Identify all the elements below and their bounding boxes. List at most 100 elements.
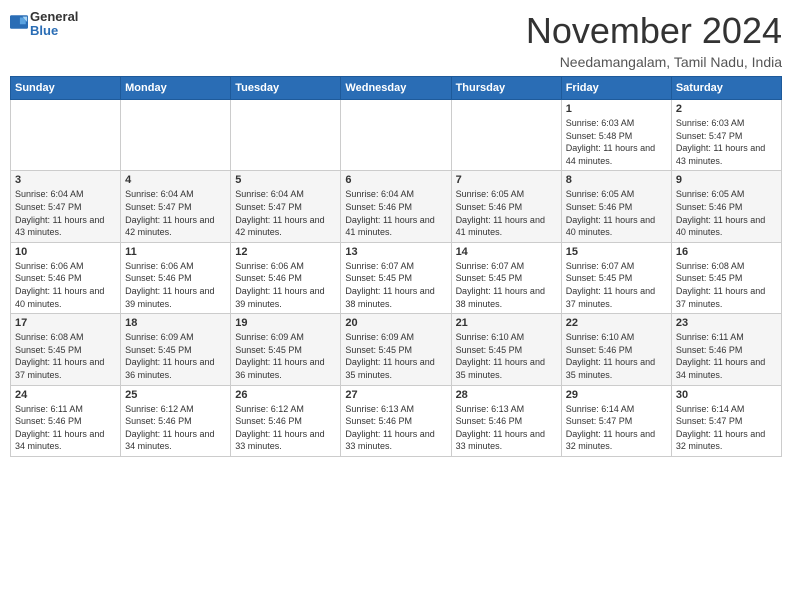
calendar-week-row: 24 Sunrise: 6:11 AMSunset: 5:46 PMDayligh… — [11, 385, 782, 456]
day-info: Sunrise: 6:07 AMSunset: 5:45 PMDaylight:… — [345, 260, 446, 310]
calendar-cell — [121, 100, 231, 171]
calendar-cell: 25 Sunrise: 6:12 AMSunset: 5:46 PMDayligh… — [121, 385, 231, 456]
day-info: Sunrise: 6:14 AMSunset: 5:47 PMDaylight:… — [676, 403, 777, 453]
day-number: 8 — [566, 174, 667, 186]
day-info: Sunrise: 6:12 AMSunset: 5:46 PMDaylight:… — [125, 403, 226, 453]
day-number: 12 — [235, 246, 336, 258]
weekday-header: Thursday — [451, 77, 561, 100]
calendar-cell: 15 Sunrise: 6:07 AMSunset: 5:45 PMDayligh… — [561, 242, 671, 313]
day-info: Sunrise: 6:07 AMSunset: 5:45 PMDaylight:… — [456, 260, 557, 310]
logo-icon — [10, 13, 28, 31]
day-number: 10 — [15, 246, 116, 258]
calendar-cell: 11 Sunrise: 6:06 AMSunset: 5:46 PMDayligh… — [121, 242, 231, 313]
day-number: 7 — [456, 174, 557, 186]
day-info: Sunrise: 6:04 AMSunset: 5:47 PMDaylight:… — [15, 188, 116, 238]
day-number: 3 — [15, 174, 116, 186]
day-info: Sunrise: 6:05 AMSunset: 5:46 PMDaylight:… — [456, 188, 557, 238]
day-info: Sunrise: 6:08 AMSunset: 5:45 PMDaylight:… — [676, 260, 777, 310]
day-info: Sunrise: 6:04 AMSunset: 5:47 PMDaylight:… — [125, 188, 226, 238]
day-number: 15 — [566, 246, 667, 258]
day-info: Sunrise: 6:13 AMSunset: 5:46 PMDaylight:… — [345, 403, 446, 453]
calendar-cell: 5 Sunrise: 6:04 AMSunset: 5:47 PMDaylight… — [231, 171, 341, 242]
calendar-cell: 22 Sunrise: 6:10 AMSunset: 5:46 PMDayligh… — [561, 314, 671, 385]
day-info: Sunrise: 6:04 AMSunset: 5:46 PMDaylight:… — [345, 188, 446, 238]
day-info: Sunrise: 6:06 AMSunset: 5:46 PMDaylight:… — [15, 260, 116, 310]
day-info: Sunrise: 6:06 AMSunset: 5:46 PMDaylight:… — [125, 260, 226, 310]
day-info: Sunrise: 6:10 AMSunset: 5:46 PMDaylight:… — [566, 331, 667, 381]
title-area: November 2024 Needamangalam, Tamil Nadu,… — [526, 10, 782, 70]
day-number: 18 — [125, 317, 226, 329]
day-number: 17 — [15, 317, 116, 329]
calendar-cell: 24 Sunrise: 6:11 AMSunset: 5:46 PMDayligh… — [11, 385, 121, 456]
calendar-cell — [451, 100, 561, 171]
logo-blue: Blue — [30, 24, 78, 38]
day-number: 30 — [676, 389, 777, 401]
day-number: 1 — [566, 103, 667, 115]
calendar-table: SundayMondayTuesdayWednesdayThursdayFrid… — [10, 76, 782, 457]
calendar-cell: 1Sunrise: 6:03 AMSunset: 5:48 PMDaylight… — [561, 100, 671, 171]
calendar-cell: 20Sunrise: 6:09 AMSunset: 5:45 PMDayligh… — [341, 314, 451, 385]
day-number: 9 — [676, 174, 777, 186]
calendar-cell: 27 Sunrise: 6:13 AMSunset: 5:46 PMDayligh… — [341, 385, 451, 456]
day-info: Sunrise: 6:03 AMSunset: 5:47 PMDaylight:… — [676, 117, 777, 167]
calendar-cell: 7 Sunrise: 6:05 AMSunset: 5:46 PMDaylight… — [451, 171, 561, 242]
day-number: 21 — [456, 317, 557, 329]
day-info: Sunrise: 6:08 AMSunset: 5:45 PMDaylight:… — [15, 331, 116, 381]
calendar-cell — [341, 100, 451, 171]
calendar-cell: 6Sunrise: 6:04 AMSunset: 5:46 PMDaylight… — [341, 171, 451, 242]
day-info: Sunrise: 6:09 AMSunset: 5:45 PMDaylight:… — [345, 331, 446, 381]
day-number: 4 — [125, 174, 226, 186]
page-header: General Blue November 2024 Needamangalam… — [10, 10, 782, 70]
day-number: 5 — [235, 174, 336, 186]
calendar-week-row: 1Sunrise: 6:03 AMSunset: 5:48 PMDaylight… — [11, 100, 782, 171]
day-info: Sunrise: 6:09 AMSunset: 5:45 PMDaylight:… — [235, 331, 336, 381]
day-number: 25 — [125, 389, 226, 401]
calendar-cell: 21Sunrise: 6:10 AMSunset: 5:45 PMDayligh… — [451, 314, 561, 385]
day-number: 28 — [456, 389, 557, 401]
calendar-cell: 18Sunrise: 6:09 AMSunset: 5:45 PMDayligh… — [121, 314, 231, 385]
weekday-header: Monday — [121, 77, 231, 100]
weekday-header: Saturday — [671, 77, 781, 100]
day-number: 11 — [125, 246, 226, 258]
weekday-header: Sunday — [11, 77, 121, 100]
logo: General Blue — [10, 10, 78, 39]
calendar-cell: 19 Sunrise: 6:09 AMSunset: 5:45 PMDayligh… — [231, 314, 341, 385]
calendar-cell: 16 Sunrise: 6:08 AMSunset: 5:45 PMDayligh… — [671, 242, 781, 313]
day-info: Sunrise: 6:11 AMSunset: 5:46 PMDaylight:… — [15, 403, 116, 453]
weekday-header-row: SundayMondayTuesdayWednesdayThursdayFrid… — [11, 77, 782, 100]
calendar-cell: 13Sunrise: 6:07 AMSunset: 5:45 PMDayligh… — [341, 242, 451, 313]
day-number: 27 — [345, 389, 446, 401]
calendar-cell: 26Sunrise: 6:12 AMSunset: 5:46 PMDayligh… — [231, 385, 341, 456]
calendar-cell: 28 Sunrise: 6:13 AMSunset: 5:46 PMDayligh… — [451, 385, 561, 456]
day-number: 16 — [676, 246, 777, 258]
logo-general: General — [30, 10, 78, 24]
day-number: 22 — [566, 317, 667, 329]
day-info: Sunrise: 6:07 AMSunset: 5:45 PMDaylight:… — [566, 260, 667, 310]
weekday-header: Wednesday — [341, 77, 451, 100]
day-number: 2 — [676, 103, 777, 115]
day-info: Sunrise: 6:05 AMSunset: 5:46 PMDaylight:… — [676, 188, 777, 238]
calendar-week-row: 10 Sunrise: 6:06 AMSunset: 5:46 PMDayligh… — [11, 242, 782, 313]
day-info: Sunrise: 6:13 AMSunset: 5:46 PMDaylight:… — [456, 403, 557, 453]
calendar-cell: 30 Sunrise: 6:14 AMSunset: 5:47 PMDayligh… — [671, 385, 781, 456]
calendar-cell: 17 Sunrise: 6:08 AMSunset: 5:45 PMDayligh… — [11, 314, 121, 385]
day-info: Sunrise: 6:14 AMSunset: 5:47 PMDaylight:… — [566, 403, 667, 453]
weekday-header: Tuesday — [231, 77, 341, 100]
day-number: 19 — [235, 317, 336, 329]
day-info: Sunrise: 6:06 AMSunset: 5:46 PMDaylight:… — [235, 260, 336, 310]
day-number: 29 — [566, 389, 667, 401]
calendar-cell — [11, 100, 121, 171]
calendar-cell: 2 Sunrise: 6:03 AMSunset: 5:47 PMDaylight… — [671, 100, 781, 171]
calendar-cell: 12 Sunrise: 6:06 AMSunset: 5:46 PMDayligh… — [231, 242, 341, 313]
calendar-week-row: 17 Sunrise: 6:08 AMSunset: 5:45 PMDayligh… — [11, 314, 782, 385]
calendar-cell: 23Sunrise: 6:11 AMSunset: 5:46 PMDayligh… — [671, 314, 781, 385]
day-info: Sunrise: 6:04 AMSunset: 5:47 PMDaylight:… — [235, 188, 336, 238]
day-number: 24 — [15, 389, 116, 401]
day-number: 23 — [676, 317, 777, 329]
calendar-cell: 9 Sunrise: 6:05 AMSunset: 5:46 PMDaylight… — [671, 171, 781, 242]
calendar-week-row: 3 Sunrise: 6:04 AMSunset: 5:47 PMDaylight… — [11, 171, 782, 242]
day-number: 14 — [456, 246, 557, 258]
calendar-cell: 8Sunrise: 6:05 AMSunset: 5:46 PMDaylight… — [561, 171, 671, 242]
day-number: 26 — [235, 389, 336, 401]
calendar-cell: 3 Sunrise: 6:04 AMSunset: 5:47 PMDaylight… — [11, 171, 121, 242]
